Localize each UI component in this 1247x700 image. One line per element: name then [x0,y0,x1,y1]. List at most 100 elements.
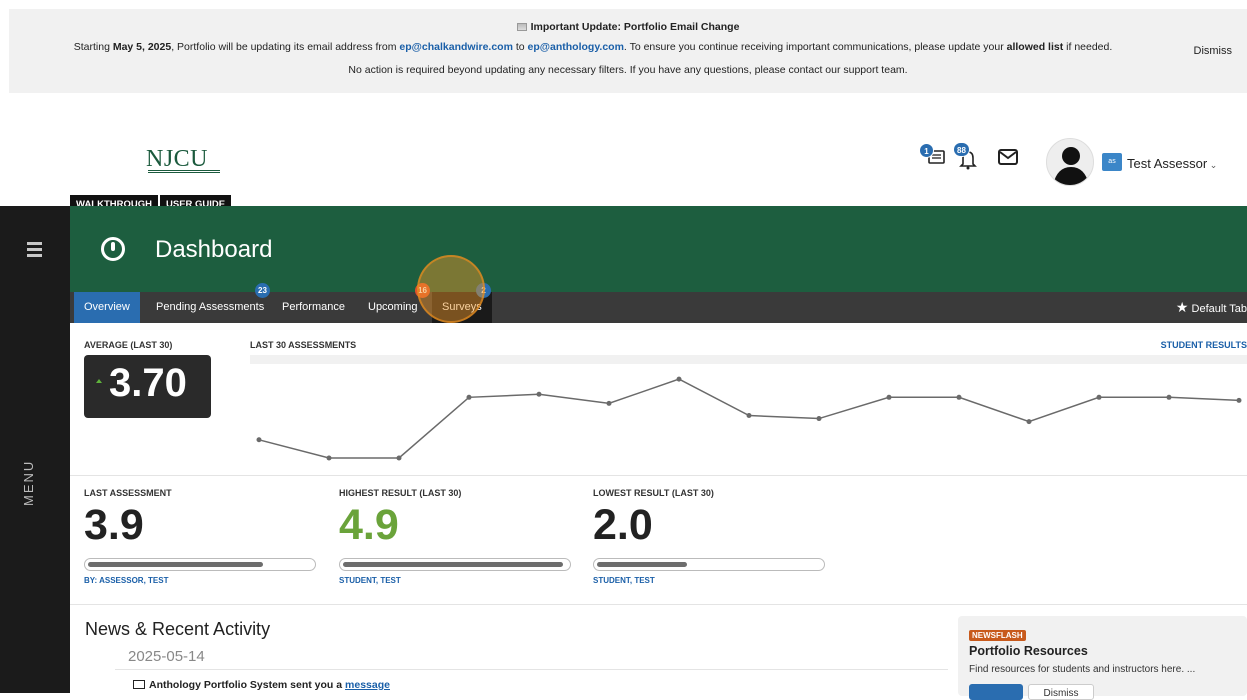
user-avatar[interactable] [1046,138,1094,186]
page-title: Dashboard [155,236,273,263]
default-tab-label: Default Tab [1191,303,1247,315]
njcu-logo[interactable]: NJCU [146,146,208,173]
newsflash-tag: NEWSFLASH [969,630,1026,641]
banner-date: May 5, 2025 [112,41,172,53]
last-assessment-by: BY: ASSESSOR, TEST [84,576,324,585]
data-point[interactable] [256,437,262,443]
upcoming-count-badge: 16 [415,283,430,298]
lowest-result-bar-fill [597,562,687,567]
newsflash-description: Find resources for students and instruct… [969,664,1196,675]
by-prefix: BY: [84,576,100,585]
newsflash-view-button[interactable] [969,684,1023,700]
data-point[interactable] [606,400,612,406]
banner-line-1: Starting May 5, 2025, Portfolio will be … [9,41,1247,53]
tab-surveys[interactable]: Surveys 2 [432,283,492,323]
menu-label[interactable]: MENU [21,426,36,506]
new-email-link[interactable]: ep@anthology.com [528,41,624,53]
newsflash-title: Portfolio Resources [969,644,1088,658]
banner-title-row: Important Update: Portfolio Email Change [9,21,1247,33]
user-menu[interactable]: Test Assessor ⌄ [1127,156,1217,171]
banner-text: if needed. [1063,41,1113,53]
data-point[interactable] [1096,394,1102,400]
highest-result-student-link[interactable]: STUDENT, TEST [339,576,579,585]
lowest-result-label: LOWEST RESULT (LAST 30) [593,488,714,498]
side-menu: MENU [0,206,70,693]
tab-label: Overview [84,301,130,313]
alerts-count-badge: 88 [953,142,970,157]
data-point[interactable] [396,455,402,461]
banner-text: Starting [73,41,113,53]
user-name: Test Assessor [1127,156,1208,171]
last-assessment-bar [84,558,316,571]
chevron-down-icon: ⌄ [1207,160,1218,170]
logo-underline [148,170,220,173]
last-assessment-stat: LAST ASSESSMENT 3.9 BY: ASSESSOR, TEST [84,488,324,585]
user-role-chip: as [1102,153,1122,171]
hamburger-icon[interactable] [27,242,42,260]
student-results-link[interactable]: STUDENT RESULTS [1161,340,1247,350]
data-point[interactable] [1026,419,1032,425]
person-icon [1053,147,1089,185]
divider [70,604,1247,605]
data-point[interactable] [466,394,472,400]
data-point[interactable] [676,376,682,382]
data-point[interactable] [1236,397,1242,403]
data-point[interactable] [886,394,892,400]
message-link[interactable]: message [345,679,390,691]
assignments-button[interactable]: 1 [919,143,951,176]
data-point[interactable] [536,391,542,397]
highest-result-value: 4.9 [339,501,399,549]
assessor-link[interactable]: ASSESSOR, TEST [99,576,168,585]
news-item: Anthology Portfolio System sent you a me… [133,679,390,691]
gauge-icon [101,237,125,261]
alerts-button[interactable]: 88 [953,142,982,178]
last-30-assessments-chart [256,376,1242,461]
banner-title: Important Update: Portfolio Email Change [530,21,740,33]
news-date: 2025-05-14 [128,648,205,665]
assignments-count-badge: 1 [919,143,934,158]
lowest-result-stat: LOWEST RESULT (LAST 30) 2.0 STUDENT, TES… [593,488,833,585]
newsflash-dismiss-button[interactable]: Dismiss [1028,684,1094,700]
divider [70,475,1247,476]
news-divider [115,669,948,670]
dashboard-header: Dashboard [70,206,1247,292]
messages-button[interactable] [997,147,1021,172]
trend-up-icon [96,379,102,383]
lowest-result-student-link[interactable]: STUDENT, TEST [593,576,833,585]
highest-result-bar-fill [343,562,563,567]
data-point[interactable] [1166,394,1172,400]
tab-label: Upcoming [368,301,418,313]
highest-result-bar [339,558,571,571]
news-item-text: Anthology Portfolio System sent you a [149,679,346,691]
dismiss-banner-button[interactable]: Dismiss [1194,45,1233,57]
tab-upcoming[interactable]: Upcoming 16 [358,283,430,323]
tab-overview[interactable]: Overview [74,292,140,323]
series-line [258,378,1240,459]
data-point[interactable] [816,416,822,422]
envelope-icon [998,149,1018,165]
data-point[interactable] [956,394,962,400]
pending-count-badge: 23 [255,283,270,298]
overview-panel: AVERAGE (LAST 30) 3.70 LAST 30 ASSESSMEN… [70,323,1247,700]
data-point[interactable] [746,413,752,419]
news-heading: News & Recent Activity [85,619,271,639]
data-point[interactable] [326,455,332,461]
banner-text: to [512,41,528,53]
last-assessment-value: 3.9 [84,501,144,549]
dashboard-tabs: Overview Pending Assessments 23 Performa… [70,283,1247,325]
lowest-result-bar [593,558,825,571]
highest-result-label: HIGHEST RESULT (LAST 30) [339,488,462,498]
default-tab-button[interactable]: ★ Default Tab [1176,292,1247,325]
average-score-box: 3.70 [84,355,211,418]
banner-text: , Portfolio will be updating its email a… [171,41,400,53]
tab-performance[interactable]: Performance [272,292,355,323]
tab-label: Pending Assessments [156,301,265,313]
envelope-icon [133,680,145,689]
tab-pending-assessments[interactable]: Pending Assessments 23 [146,283,274,323]
star-icon: ★ [1175,299,1189,315]
old-email-link[interactable]: ep@chalkandwire.com [399,41,513,53]
announcement-banner: Important Update: Portfolio Email Change… [9,9,1247,93]
average-label: AVERAGE (LAST 30) [84,340,173,350]
banner-text: . To ensure you continue receiving impor… [623,41,1007,53]
last-assessment-label: LAST ASSESSMENT [84,488,172,498]
